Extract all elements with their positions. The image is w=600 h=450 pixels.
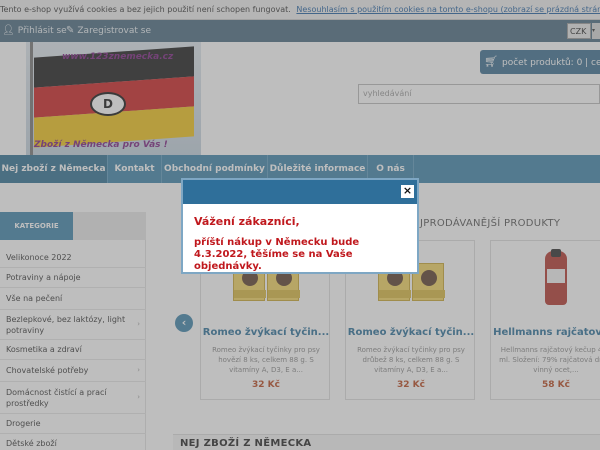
modal-title: Vážení zákazníci,: [194, 215, 300, 228]
close-icon[interactable]: ×: [401, 185, 414, 198]
announcement-modal: × Vážení zákazníci, příští nákup v Němec…: [181, 178, 419, 274]
modal-message: příští nákup v Německu bude 4.3.2022, tě…: [194, 237, 360, 272]
modal-header: ×: [183, 180, 417, 204]
